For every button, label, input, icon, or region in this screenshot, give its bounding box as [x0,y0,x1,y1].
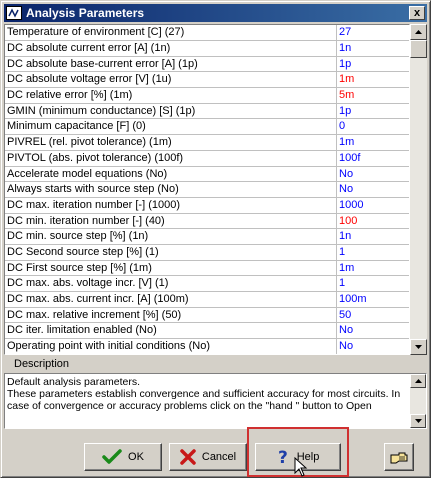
parameter-name: PIVTOL (abs. pivot tolerance) (100f) [5,150,337,166]
parameter-name: GMIN (minimum conductance) [S] (1p) [5,103,337,119]
parameter-value[interactable]: No [337,182,409,197]
scroll-up-button[interactable] [410,24,427,40]
parameter-name: Always starts with source step (No) [5,182,337,197]
hand-button[interactable] [384,443,414,471]
parameter-name: DC max. abs. current incr. [A] (100m) [5,292,337,307]
parameter-row[interactable]: DC First source step [%] (1m) 1m [5,260,409,277]
analysis-parameters-dialog: Analysis Parameters x Temperature of env… [0,0,431,478]
description-scrollbar[interactable] [410,374,426,428]
title-bar[interactable]: Analysis Parameters x [4,4,427,22]
parameter-row[interactable]: Accelerate model equations (No) No [5,166,409,183]
parameter-name: PIVREL (rel. pivot tolerance) (1m) [5,135,337,150]
mouse-cursor-icon [294,457,308,477]
parameter-value[interactable]: 1 [337,245,409,260]
parameter-grid: Temperature of environment [C] (27) 27 DC … [4,24,410,355]
parameter-value[interactable]: 0 [337,119,409,134]
parameter-row[interactable]: DC iter. limitation enabled (No) No [5,323,409,340]
arrow-up-icon [415,30,422,34]
cancel-label: Cancel [201,451,237,463]
parameter-row[interactable]: Operating point with initial conditions … [5,339,409,354]
parameter-value[interactable]: 27 [337,25,409,40]
description-line: These parameters establish convergence a… [7,388,401,400]
parameter-row[interactable]: PIVREL (rel. pivot tolerance) (1m) 1m [5,135,409,151]
parameter-row[interactable]: DC absolute base-current error [A] (1p) 1… [5,56,409,73]
desc-scroll-up-button[interactable] [410,374,426,388]
parameter-value[interactable]: 1p [337,57,409,72]
parameter-name: DC absolute current error [A] (1n) [5,41,337,56]
cancel-button[interactable]: Cancel [169,443,247,471]
question-mark-icon: ? [278,448,288,466]
parameter-name: DC First source step [%] (1m) [5,260,337,276]
cross-icon [180,449,196,465]
parameter-value[interactable]: 5m [337,88,409,103]
parameter-value[interactable]: 50 [337,308,409,323]
parameter-row[interactable]: GMIN (minimum conductance) [S] (1p) 1p [5,103,409,120]
parameter-name: DC max. relative increment [%] (50) [5,307,337,323]
scroll-down-button[interactable] [410,339,427,355]
grid-scrollbar[interactable] [410,24,427,355]
parameter-row[interactable]: DC max. abs. current incr. [A] (100m) 100… [5,292,409,308]
app-logo-icon [8,8,20,18]
parameter-value[interactable]: 1n [337,41,409,56]
app-icon [6,6,22,20]
parameter-row[interactable]: DC absolute voltage error [V] (1u) 1m [5,72,409,89]
description-line: Default analysis parameters. [7,376,141,388]
parameter-row[interactable]: DC absolute current error [A] (1n) 1n [5,41,409,57]
parameter-row[interactable]: DC min. source step [%] (1n) 1n [5,229,409,245]
parameter-row[interactable]: DC max. iteration number [-] (1000) 1000 [5,197,409,214]
parameter-value[interactable]: 1000 [337,198,409,213]
parameter-row[interactable]: DC min. iteration number [-] (40) 100 [5,213,409,230]
parameter-name: Operating point with initial conditions … [5,339,337,354]
description-label: Description [14,358,70,370]
parameter-name: DC relative error [%] (1m) [5,88,337,103]
close-button[interactable]: x [409,6,425,20]
description-box[interactable]: Default analysis parameters. These param… [4,373,427,429]
parameter-value[interactable]: No [337,167,409,182]
button-bar: OK Cancel ? Help [4,433,427,477]
parameter-value[interactable]: 100m [337,292,409,307]
parameter-value[interactable]: 1m [337,135,409,150]
parameter-name: Temperature of environment [C] (27) [5,25,337,40]
parameter-name: DC max. iteration number [-] (1000) [5,197,337,213]
arrow-up-icon [414,379,422,383]
description-line: case of convergence or accuracy problems… [7,400,372,412]
window-title: Analysis Parameters [26,6,145,20]
checkmark-icon [102,449,122,464]
parameter-name: DC iter. limitation enabled (No) [5,323,337,339]
parameter-value[interactable]: 1m [337,72,409,87]
parameter-row[interactable]: DC max. relative increment [%] (50) 50 [5,307,409,324]
ok-label: OK [128,451,144,463]
parameter-value[interactable]: 1m [337,261,409,276]
svg-text:?: ? [278,448,288,466]
parameter-value[interactable]: No [337,339,409,354]
scroll-thumb[interactable] [410,40,427,58]
parameter-row[interactable]: Minimum capacitance [F] (0) 0 [5,119,409,136]
parameter-name: Accelerate model equations (No) [5,166,337,182]
parameter-row[interactable]: DC max. abs. voltage incr. [V] (1) 1 [5,276,409,292]
parameter-value[interactable]: 1n [337,229,409,244]
parameter-name: DC max. abs. voltage incr. [V] (1) [5,276,337,291]
arrow-down-icon [415,345,422,349]
arrow-down-icon [414,419,422,423]
parameter-name: Minimum capacitance [F] (0) [5,119,337,135]
parameter-row[interactable]: DC Second source step [%] (1) 1 [5,244,409,261]
parameter-name: DC min. iteration number [-] (40) [5,213,337,229]
parameter-value[interactable]: No [337,323,409,338]
parameter-value[interactable]: 1p [337,104,409,119]
pointing-hand-icon [390,452,408,464]
parameter-name: DC absolute base-current error [A] (1p) [5,56,337,72]
parameter-name: DC Second source step [%] (1) [5,244,337,260]
desc-scroll-down-button[interactable] [410,414,426,428]
parameter-value[interactable]: 100f [337,151,409,166]
parameter-row[interactable]: PIVTOL (abs. pivot tolerance) (100f) 100f [5,150,409,167]
parameter-name: DC absolute voltage error [V] (1u) [5,72,337,88]
ok-button[interactable]: OK [84,443,162,471]
parameter-row[interactable]: Always starts with source step (No) No [5,182,409,198]
parameter-row[interactable]: DC relative error [%] (1m) 5m [5,88,409,104]
parameter-name: DC min. source step [%] (1n) [5,229,337,244]
close-icon: x [413,6,421,19]
parameter-row[interactable]: Temperature of environment [C] (27) 27 [5,25,409,41]
parameter-value[interactable]: 100 [337,214,409,229]
parameter-value[interactable]: 1 [337,276,409,291]
